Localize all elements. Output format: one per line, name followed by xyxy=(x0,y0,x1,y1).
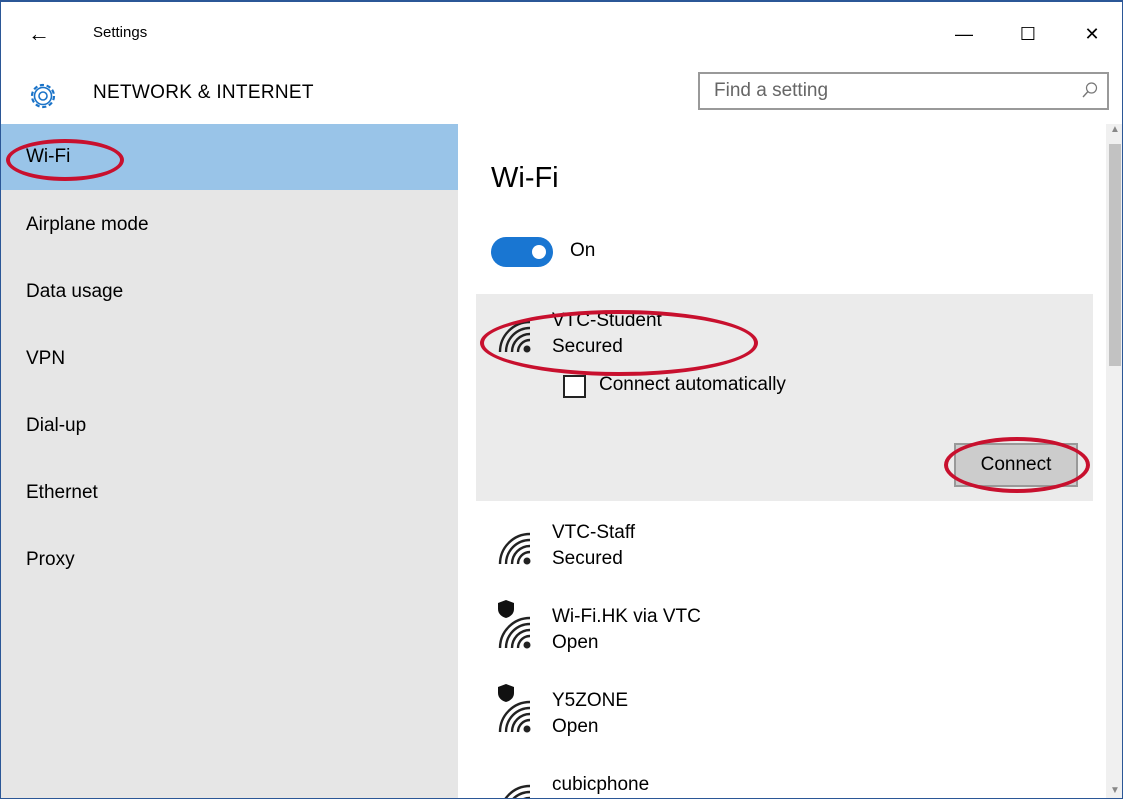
connect-button[interactable]: Connect xyxy=(954,443,1078,487)
sidebar-item-data-usage[interactable]: Data usage xyxy=(1,259,458,325)
network-name: cubicphone xyxy=(552,774,650,795)
toggle-state-label: On xyxy=(570,240,596,261)
network-status: Open xyxy=(552,632,599,653)
settings-window: ← Settings — ☐ ✕ NETWORK & INTERNET Wi-F… xyxy=(0,0,1123,799)
page-header: NETWORK & INTERNET xyxy=(1,64,1122,124)
network-status: Open xyxy=(552,716,599,737)
network-name: VTC-Staff xyxy=(552,522,636,543)
app-title: Settings xyxy=(93,24,148,41)
network-name: Wi-Fi.HK via VTC xyxy=(552,606,701,627)
toggle-knob xyxy=(532,245,546,259)
wifi-signal-icon xyxy=(498,532,531,565)
sidebar: Wi-Fi Airplane mode Data usage VPN Dial-… xyxy=(1,124,458,798)
network-item-wifi-hk[interactable]: Wi-Fi.HK via VTC Open xyxy=(476,590,1093,670)
back-button[interactable]: ← xyxy=(19,14,59,54)
scrollbar[interactable]: ▲ ▼ xyxy=(1106,124,1122,798)
section-title: NETWORK & INTERNET xyxy=(93,82,314,103)
network-status: Secured xyxy=(552,548,623,569)
close-button[interactable]: ✕ xyxy=(1067,12,1117,56)
sidebar-item-vpn[interactable]: VPN xyxy=(1,326,458,392)
scroll-down-arrow[interactable]: ▼ xyxy=(1106,785,1122,798)
network-name: Y5ZONE xyxy=(552,690,629,711)
connect-automatically-checkbox[interactable] xyxy=(563,375,586,398)
sidebar-item-airplane-mode[interactable]: Airplane mode xyxy=(1,192,458,258)
search-icon[interactable] xyxy=(1081,81,1099,99)
wifi-signal-icon xyxy=(504,784,531,798)
search-input[interactable] xyxy=(700,74,1070,108)
search-box[interactable] xyxy=(698,72,1109,110)
gear-icon xyxy=(30,83,56,109)
title-bar: ← Settings — ☐ ✕ xyxy=(1,2,1122,64)
maximize-button[interactable]: ☐ xyxy=(1003,12,1053,56)
main-content: Wi-Fi On VTC-Student Secured Connect aut… xyxy=(458,124,1122,798)
sidebar-item-dial-up[interactable]: Dial-up xyxy=(1,393,458,459)
wifi-toggle[interactable] xyxy=(491,237,553,267)
connect-automatically-label: Connect automatically xyxy=(599,374,786,395)
sidebar-item-wifi[interactable]: Wi-Fi xyxy=(1,124,458,190)
scroll-thumb[interactable] xyxy=(1109,144,1121,366)
network-item-y5zone[interactable]: Y5ZONE Open xyxy=(476,674,1093,754)
scroll-up-arrow[interactable]: ▲ xyxy=(1106,124,1122,140)
minimize-button[interactable]: — xyxy=(939,12,989,56)
network-name: VTC-Student xyxy=(552,310,662,331)
sidebar-item-ethernet[interactable]: Ethernet xyxy=(1,460,458,526)
network-item-cubicphone[interactable]: cubicphone xyxy=(476,758,1093,798)
network-item-vtc-student[interactable]: VTC-Student Secured Connect automaticall… xyxy=(476,294,1093,501)
wifi-signal-icon xyxy=(498,700,531,733)
page-title: Wi-Fi xyxy=(491,162,559,194)
wifi-signal-icon xyxy=(498,616,531,649)
network-item-vtc-staff[interactable]: VTC-Staff Secured xyxy=(476,506,1093,586)
sidebar-item-proxy[interactable]: Proxy xyxy=(1,527,458,593)
wifi-signal-icon xyxy=(498,320,531,353)
network-status: Secured xyxy=(552,336,623,357)
